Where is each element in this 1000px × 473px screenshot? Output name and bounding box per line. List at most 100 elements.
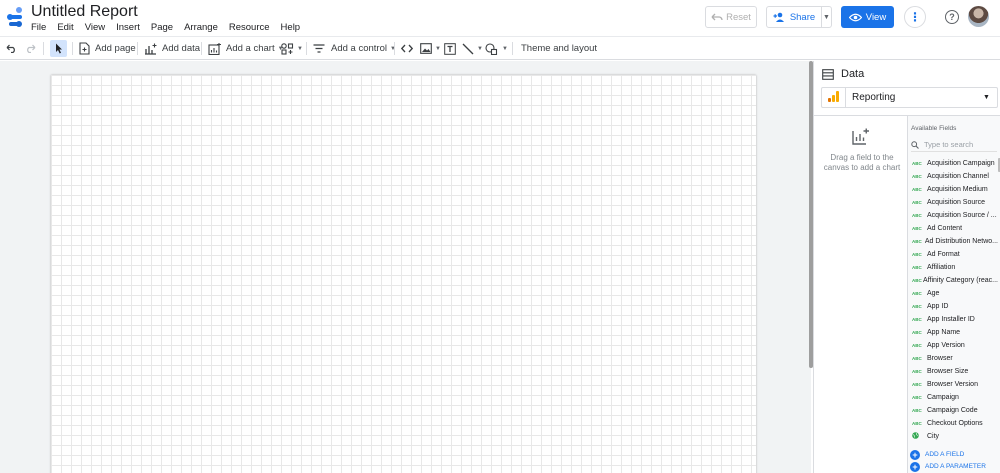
field-list-item[interactable]: ABC Acquisition Source / ...	[908, 209, 998, 222]
theme-layout-label: Theme and layout	[521, 43, 598, 54]
add-data-label: Add data	[162, 43, 201, 54]
field-name: Affiliation	[927, 264, 956, 271]
field-list-item[interactable]: ABC Ad Distribution Netwo...	[908, 235, 998, 248]
help-icon[interactable]: ?	[945, 10, 959, 24]
looker-studio-logo-icon[interactable]	[6, 6, 24, 28]
report-page[interactable]	[51, 75, 756, 473]
field-list-item[interactable]: ABC App ID	[908, 300, 998, 313]
field-list-item[interactable]: ABC App Installer ID	[908, 313, 998, 326]
menu-arrange[interactable]: Arrange	[184, 22, 218, 33]
field-list-item[interactable]: ABC Ad Content	[908, 222, 998, 235]
add-data-button[interactable]: Add data	[144, 37, 200, 60]
field-list-item[interactable]: ABC Campaign Code	[908, 404, 998, 417]
field-list-item[interactable]: ABC Campaign	[908, 391, 998, 404]
field-name: Affinity Category (reac...	[923, 277, 998, 284]
eye-icon	[848, 13, 862, 21]
field-list-item[interactable]: ABC App Name	[908, 326, 998, 339]
data-panel-title: Data	[841, 68, 865, 80]
globe-icon	[912, 432, 927, 441]
field-list-item[interactable]: ABC Acquisition Channel	[908, 170, 998, 183]
field-list-item[interactable]: ABC Ad Format	[908, 248, 998, 261]
text-box-icon[interactable]	[444, 37, 456, 60]
text-type-tag: ABC	[912, 317, 922, 322]
text-type-tag: ABC	[912, 174, 922, 179]
menu-file[interactable]: File	[31, 22, 46, 33]
select-tool-icon[interactable]	[50, 40, 67, 57]
share-dropdown-icon[interactable]: ▼	[822, 14, 831, 21]
add-chart-icon	[852, 128, 869, 145]
field-name: Acquisition Channel	[927, 173, 989, 180]
text-type-tag: ABC	[912, 330, 922, 335]
toolbar: Add page Add data Add a chart ▼ ▼ Add a …	[0, 36, 1000, 60]
add-control-button[interactable]: Add a control ▼	[313, 37, 396, 60]
menu-page[interactable]: Page	[151, 22, 173, 33]
menu-view[interactable]: View	[85, 22, 105, 33]
report-title[interactable]: Untitled Report	[31, 3, 138, 21]
search-placeholder: Type to search	[924, 140, 974, 149]
text-type-tag: ABC	[912, 304, 922, 309]
shape-tool-icon[interactable]: ▼	[485, 37, 508, 60]
field-list-item[interactable]: ABC Age	[908, 287, 998, 300]
field-list-item[interactable]: ABC Affinity Category (reac...	[908, 274, 998, 287]
data-panel-header: Data	[822, 68, 864, 80]
image-icon[interactable]: ▼	[420, 37, 441, 60]
embed-url-icon[interactable]	[401, 37, 413, 60]
field-search-input[interactable]: Type to search	[911, 138, 997, 152]
field-list: ABC Acquisition Campaign ABC Acquisition Ch…	[908, 157, 998, 443]
field-list-item[interactable]: ABC Acquisition Medium	[908, 183, 998, 196]
more-options-icon[interactable]: ⋮	[904, 6, 926, 28]
field-name: App Version	[927, 342, 965, 349]
menu-insert[interactable]: Insert	[116, 22, 140, 33]
chart-drop-zone[interactable]: Drag a field to the canvas to add a char…	[814, 115, 908, 473]
reset-button[interactable]: Reset	[705, 6, 757, 28]
field-list-item[interactable]: ABC Browser Version	[908, 378, 998, 391]
table-icon	[822, 68, 834, 80]
text-type-tag: ABC	[912, 356, 922, 361]
field-list-item[interactable]: ABC Browser	[908, 352, 998, 365]
plus-icon: +	[910, 461, 920, 472]
data-source-selector[interactable]: Reporting ▼	[821, 87, 998, 108]
community-visualizations-button[interactable]: ▼	[281, 37, 303, 60]
theme-and-layout-button[interactable]: Theme and layout	[521, 37, 597, 60]
menu-resource[interactable]: Resource	[229, 22, 270, 33]
add-parameter-button[interactable]: + ADD A PARAMETER	[910, 461, 986, 472]
line-tool-icon[interactable]: ▼	[462, 37, 483, 60]
text-type-tag: ABC	[912, 200, 922, 205]
field-list-item[interactable]: ABC Acquisition Source	[908, 196, 998, 209]
field-list-item[interactable]: ABC Acquisition Campaign	[908, 157, 998, 170]
text-type-tag: ABC	[912, 239, 922, 244]
add-chart-button[interactable]: Add a chart ▼	[208, 37, 284, 60]
add-page-icon	[79, 42, 90, 55]
field-list-item[interactable]: City	[908, 430, 998, 443]
field-name: Browser Version	[927, 381, 978, 388]
share-label: Share	[789, 11, 816, 23]
report-canvas-area[interactable]	[0, 61, 811, 473]
field-name: Checkout Options	[927, 420, 983, 427]
text-type-tag: ABC	[912, 369, 922, 374]
plus-icon: +	[910, 449, 920, 460]
text-type-tag: ABC	[912, 161, 922, 166]
add-field-button[interactable]: + ADD A FIELD	[910, 449, 964, 460]
add-parameter-label: ADD A PARAMETER	[925, 463, 986, 470]
menu-edit[interactable]: Edit	[57, 22, 73, 33]
field-list-item[interactable]: ABC App Version	[908, 339, 998, 352]
undo-icon[interactable]	[6, 37, 17, 60]
google-analytics-icon	[822, 88, 846, 107]
text-type-tag: ABC	[912, 252, 922, 257]
add-data-icon	[145, 43, 157, 55]
field-list-item[interactable]: ABC Checkout Options	[908, 417, 998, 430]
redo-icon[interactable]	[25, 37, 36, 60]
undo-arrow-icon	[711, 13, 723, 20]
search-icon	[911, 140, 919, 149]
add-page-button[interactable]: Add page	[79, 37, 136, 60]
field-list-item[interactable]: ABC Browser Size	[908, 365, 998, 378]
available-fields-heading: Available Fields	[911, 125, 957, 132]
text-type-tag: ABC	[912, 187, 922, 192]
text-type-tag: ABC	[912, 382, 922, 387]
text-type-tag: ABC	[912, 213, 922, 218]
field-list-item[interactable]: ABC Affiliation	[908, 261, 998, 274]
menu-help[interactable]: Help	[281, 22, 301, 33]
view-button[interactable]: View	[841, 6, 894, 28]
avatar[interactable]	[968, 6, 989, 27]
share-button[interactable]: Share ▼	[766, 6, 832, 28]
